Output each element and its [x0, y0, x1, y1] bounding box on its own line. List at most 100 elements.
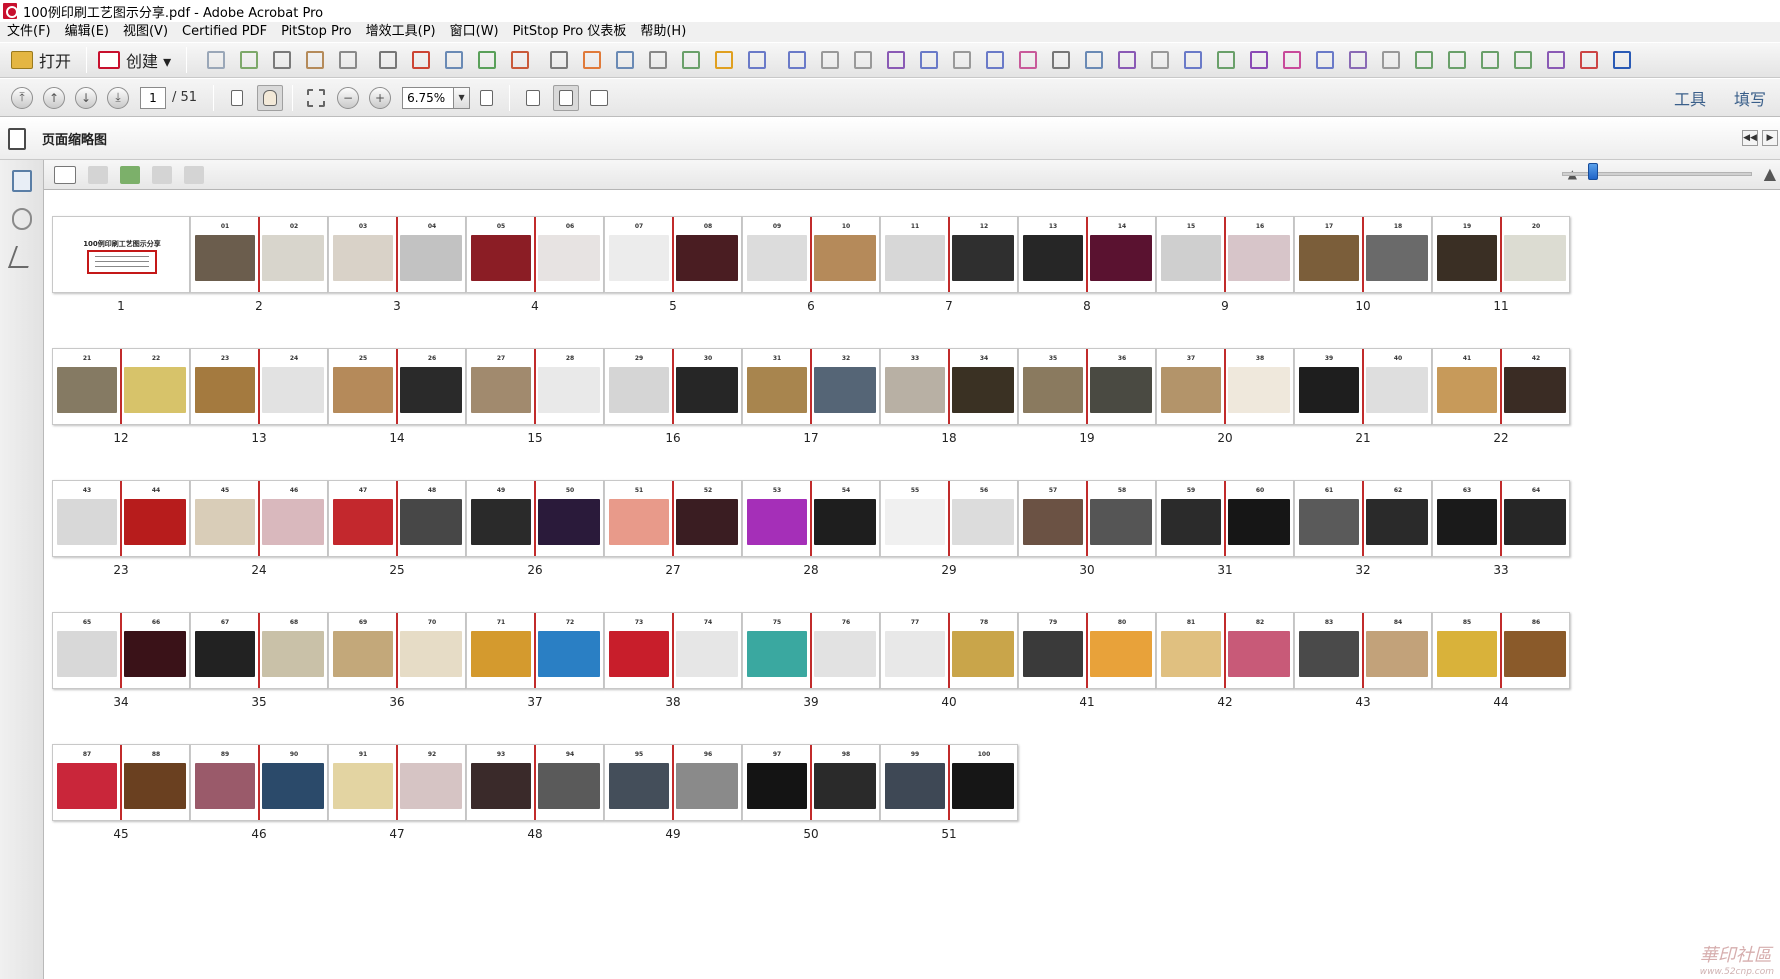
dots-button[interactable]: [1411, 47, 1437, 73]
page-thumbnail[interactable]: 41 42: [1432, 348, 1570, 425]
page-thumbnail[interactable]: 37 38: [1156, 348, 1294, 425]
page-thumbnail[interactable]: 39 40: [1294, 348, 1432, 425]
comment-button[interactable]: [678, 47, 704, 73]
create-button[interactable]: 创建 ▾: [93, 46, 180, 74]
hand-tool-button[interactable]: [256, 84, 283, 111]
qs-button[interactable]: [1609, 47, 1635, 73]
pdf-search-button[interactable]: [441, 47, 467, 73]
save-button[interactable]: [203, 47, 229, 73]
page-thumbnail[interactable]: 07 08: [604, 216, 742, 293]
page-thumbnail[interactable]: 91 92: [328, 744, 466, 821]
select-button[interactable]: [612, 47, 638, 73]
page-thumbnail[interactable]: 53 54: [742, 480, 880, 557]
tab-fill-sign[interactable]: 填写: [1720, 86, 1780, 110]
next-page-button[interactable]: ↓: [75, 86, 97, 109]
page-thumbnail[interactable]: 83 84: [1294, 612, 1432, 689]
menu-item-2[interactable]: 视图(V): [116, 22, 175, 42]
bookmark-icon[interactable]: [12, 170, 32, 192]
page-thumbnail[interactable]: 13 14: [1018, 216, 1156, 293]
ruler-button[interactable]: [1147, 47, 1173, 73]
globe-button[interactable]: [1246, 47, 1272, 73]
page-thumbnail[interactable]: 01 02: [190, 216, 328, 293]
open-button[interactable]: 打开: [6, 46, 80, 74]
hash-button[interactable]: [1444, 47, 1470, 73]
warning-button[interactable]: [1543, 47, 1569, 73]
zoom-input[interactable]: 6.75%: [402, 86, 455, 109]
page-thumbnail[interactable]: 15 16: [1156, 216, 1294, 293]
move-button[interactable]: [916, 47, 942, 73]
filter-button[interactable]: [1312, 47, 1338, 73]
grid-button[interactable]: [1378, 47, 1404, 73]
page-thumbnail[interactable]: 59 60: [1156, 480, 1294, 557]
collapse-panel-button[interactable]: ◀◀: [1742, 130, 1758, 146]
rotate-page-icon[interactable]: [152, 165, 172, 184]
text-button[interactable]: [645, 47, 671, 73]
last-page-button[interactable]: ⤓: [107, 86, 129, 109]
zoom-in-button[interactable]: +: [369, 86, 392, 109]
page-thumbnail[interactable]: 31 32: [742, 348, 880, 425]
menu-item-5[interactable]: 增效工具(P): [359, 22, 443, 42]
page-thumbnail[interactable]: 71 72: [466, 612, 604, 689]
list-button[interactable]: [1180, 47, 1206, 73]
page-thumbnail[interactable]: 63 64: [1432, 480, 1570, 557]
print-setup-button[interactable]: [546, 47, 572, 73]
page-thumbnail[interactable]: 19 20: [1432, 216, 1570, 293]
settings-button[interactable]: [375, 47, 401, 73]
page-thumbnail[interactable]: 23 24: [190, 348, 328, 425]
page-thumbnail[interactable]: 25 26: [328, 348, 466, 425]
page-thumbnail[interactable]: 79 80: [1018, 612, 1156, 689]
page-thumbnail[interactable]: 97 98: [742, 744, 880, 821]
zoom-window-button[interactable]: [1081, 47, 1107, 73]
menu-item-0[interactable]: 文件(F): [0, 22, 58, 42]
previous-page-button[interactable]: ↑: [43, 86, 65, 109]
page-thumbnail[interactable]: 47 48: [328, 480, 466, 557]
inspect-button[interactable]: [1576, 47, 1602, 73]
page-thumbnail[interactable]: 77 78: [880, 612, 1018, 689]
page-thumbnail[interactable]: 87 88: [52, 744, 190, 821]
marquee-zoom-button[interactable]: [303, 85, 329, 111]
menu-item-8[interactable]: 帮助(H): [633, 22, 693, 42]
arrow-plus-button[interactable]: [784, 47, 810, 73]
pin-button[interactable]: [1114, 47, 1140, 73]
color-bars-button[interactable]: [711, 47, 737, 73]
stamp-button[interactable]: [579, 47, 605, 73]
page-thumbnail[interactable]: 29 30: [604, 348, 742, 425]
page-thumbnail[interactable]: 95 96: [604, 744, 742, 821]
funnel-button[interactable]: [1345, 47, 1371, 73]
checkbox-button[interactable]: [1213, 47, 1239, 73]
menu-item-6[interactable]: 窗口(W): [443, 22, 506, 42]
gear-button[interactable]: [1279, 47, 1305, 73]
screen-button[interactable]: [1048, 47, 1074, 73]
page-thumbnail[interactable]: 03 04: [328, 216, 466, 293]
crop-button[interactable]: [817, 47, 843, 73]
arrow-button[interactable]: [744, 47, 770, 73]
pdf-delete-button[interactable]: [408, 47, 434, 73]
upload-button[interactable]: [236, 47, 262, 73]
page-thumbnail[interactable]: 69 70: [328, 612, 466, 689]
page-thumbnail[interactable]: 67 68: [190, 612, 328, 689]
mail-x-button[interactable]: [1477, 47, 1503, 73]
signature-icon[interactable]: [7, 246, 37, 268]
zoom-dropdown[interactable]: ▼: [454, 86, 471, 109]
split-button[interactable]: [949, 47, 975, 73]
select-tool-button[interactable]: [224, 85, 250, 111]
page-thumbnail[interactable]: 33 34: [880, 348, 1018, 425]
page-thumbnail[interactable]: 89 90: [190, 744, 328, 821]
page-thumbnail[interactable]: 55 56: [880, 480, 1018, 557]
preflight-button[interactable]: [883, 47, 909, 73]
page-thumbnail[interactable]: 75 76: [742, 612, 880, 689]
first-page-button[interactable]: ⤒: [11, 86, 33, 109]
link-button[interactable]: [1015, 47, 1041, 73]
page-thumbnail[interactable]: 85 86: [1432, 612, 1570, 689]
sign-button[interactable]: [507, 47, 533, 73]
page-thumbnail[interactable]: 11 12: [880, 216, 1018, 293]
page-thumbnail[interactable]: 65 66: [52, 612, 190, 689]
two-page-button[interactable]: [586, 85, 612, 111]
attachment-icon[interactable]: [12, 208, 32, 230]
menu-item-1[interactable]: 编辑(E): [58, 22, 116, 42]
insert-page-icon[interactable]: [120, 165, 140, 184]
pinwheel-button[interactable]: [1510, 47, 1536, 73]
page-thumbnail[interactable]: 93 94: [466, 744, 604, 821]
menu-item-3[interactable]: Certified PDF: [175, 22, 274, 42]
resize-button[interactable]: [850, 47, 876, 73]
